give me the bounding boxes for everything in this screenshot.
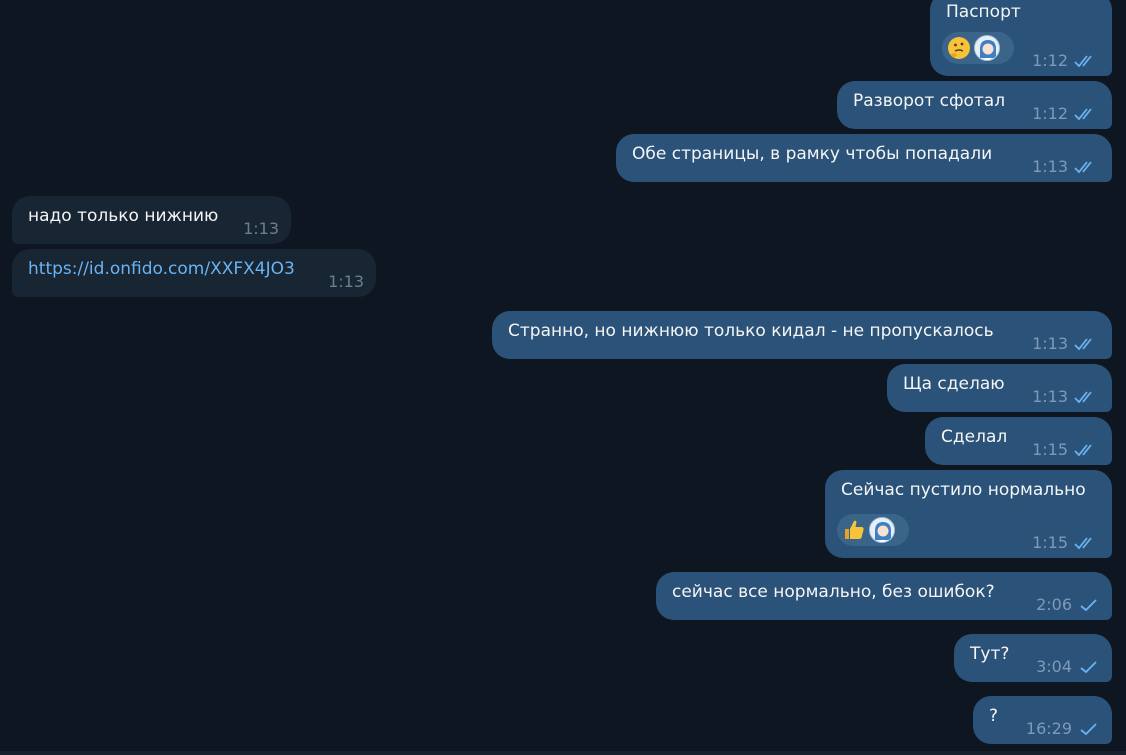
double-check-icon [1074, 390, 1100, 404]
message-meta: 2:06 [1036, 596, 1100, 614]
message-text: Обе страницы, в рамку чтобы попадали [632, 144, 993, 164]
message-text: Ща сделаю [903, 374, 1005, 394]
message-text: Сейчас пустило нормально [841, 480, 1086, 500]
double-check-icon [1074, 337, 1100, 351]
message-text: Разворот сфотал [853, 91, 1006, 111]
message-time: 1:12 [1032, 104, 1068, 123]
message-text: сейчас все нормально, без ошибок? [672, 582, 995, 602]
message-text: Странно, но нижнюю только кидал - не про… [508, 321, 994, 341]
message-time: 1:13 [243, 219, 279, 238]
double-check-icon [1074, 443, 1100, 457]
reaction-user-avatar [974, 35, 1000, 61]
message-meta: 1:12 [1032, 105, 1100, 123]
double-check-icon [1074, 536, 1100, 550]
message-text: надо только нижнию [28, 206, 219, 226]
message-time: 16:29 [1025, 719, 1072, 738]
message-time: 2:06 [1036, 595, 1072, 614]
message-outgoing[interactable]: Странно, но нижнюю только кидал - не про… [492, 311, 1112, 359]
message-meta: 16:29 [1026, 720, 1100, 738]
chat-message-list[interactable]: Паспорт 1:12 Разворот сфотал 1:12 Обе ст… [0, 0, 1126, 755]
message-time: 1:15 [1032, 440, 1068, 459]
message-incoming[interactable]: https://id.onfido.com/XXFX4JO3 1:13 [12, 249, 376, 297]
double-check-icon [1074, 160, 1100, 174]
message-meta: 1:13 [1032, 335, 1100, 353]
message-meta: 1:13 [243, 220, 279, 238]
message-outgoing[interactable]: Обе страницы, в рамку чтобы попадали 1:1… [616, 134, 1112, 182]
message-meta: 1:13 [328, 273, 364, 291]
message-meta: 1:15 [1032, 534, 1100, 552]
double-check-icon [1074, 107, 1100, 121]
message-outgoing[interactable]: Тут? 3:04 [954, 634, 1112, 682]
single-check-icon [1078, 722, 1100, 736]
message-text: Тут? [970, 644, 1010, 664]
message-text: Сделал [941, 427, 1008, 447]
single-check-icon [1078, 660, 1100, 674]
message-reactions[interactable] [837, 514, 909, 546]
message-time: 1:13 [1032, 387, 1068, 406]
message-text: ? [989, 706, 999, 726]
message-meta: 1:15 [1032, 441, 1100, 459]
message-outgoing[interactable]: Разворот сфотал 1:12 [837, 81, 1112, 129]
message-time: 1:12 [1032, 51, 1068, 70]
thinking-face-emoji-icon[interactable] [946, 35, 972, 61]
message-outgoing[interactable]: Ща сделаю 1:13 [887, 364, 1112, 412]
message-meta: 1:13 [1032, 388, 1100, 406]
message-time: 1:15 [1032, 533, 1068, 552]
message-link[interactable]: https://id.onfido.com/XXFX4JO3 [28, 258, 295, 280]
composer-edge [0, 751, 1126, 755]
reaction-user-avatar [869, 517, 895, 543]
message-time: 1:13 [1032, 334, 1068, 353]
message-incoming[interactable]: надо только нижнию 1:13 [12, 196, 291, 244]
message-time: 1:13 [328, 272, 364, 291]
message-meta: 1:13 [1032, 158, 1100, 176]
message-time: 1:13 [1032, 157, 1068, 176]
double-check-icon [1074, 54, 1100, 68]
thumbs-up-emoji-icon[interactable] [841, 517, 867, 543]
single-check-icon [1078, 598, 1100, 612]
message-time: 3:04 [1036, 657, 1072, 676]
message-meta: 3:04 [1036, 658, 1100, 676]
message-outgoing[interactable]: Сделал 1:15 [925, 417, 1112, 465]
message-outgoing[interactable]: Паспорт 1:12 [930, 0, 1112, 76]
message-outgoing[interactable]: ? 16:29 [973, 696, 1112, 744]
message-outgoing[interactable]: Сейчас пустило нормально 1:15 [825, 470, 1112, 558]
message-meta: 1:12 [1032, 52, 1100, 70]
message-outgoing[interactable]: сейчас все нормально, без ошибок? 2:06 [656, 572, 1112, 620]
message-reactions[interactable] [942, 32, 1014, 64]
message-text: Паспорт [946, 2, 1021, 22]
